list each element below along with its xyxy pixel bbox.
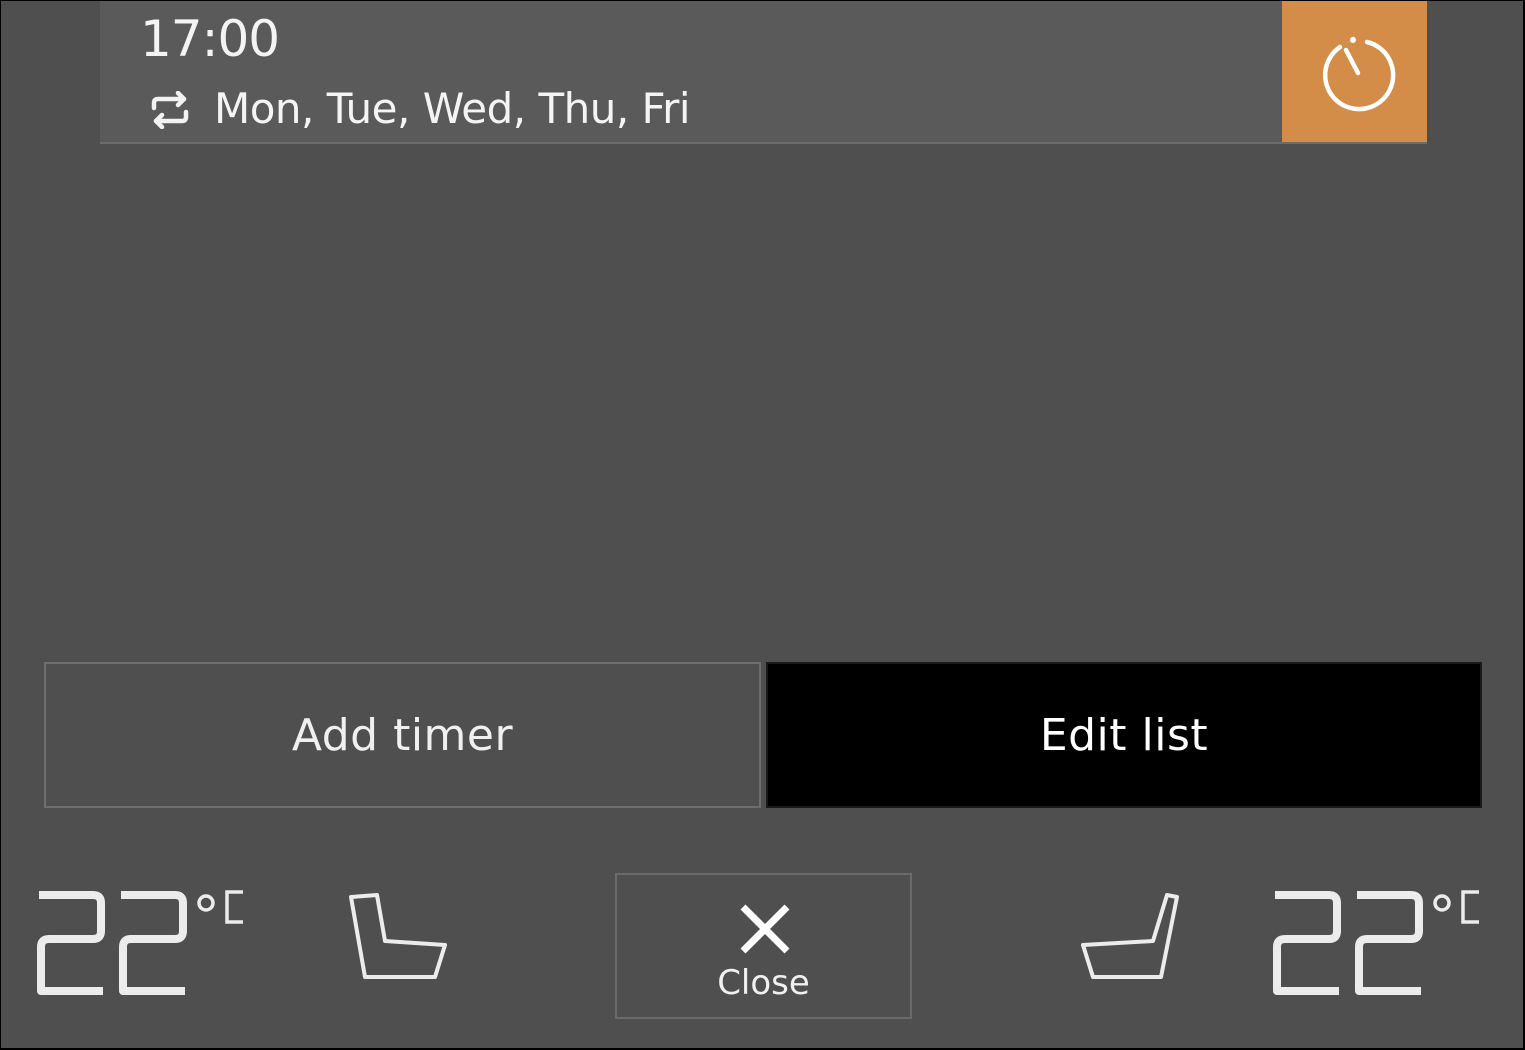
climate-timer-screen: 17:00 Mon, Tue, Wed, Thu, Fri Add timer … [1, 1, 1523, 1048]
add-timer-button[interactable]: Add timer [44, 662, 761, 808]
timer-time: 17:00 [140, 10, 280, 68]
repeat-icon [151, 91, 189, 129]
close-icon [740, 904, 790, 954]
seat-heating-passenger-icon[interactable] [1075, 891, 1185, 991]
timer-days: Mon, Tue, Wed, Thu, Fri [214, 84, 691, 133]
right-temperature-control[interactable]: 22 °C [1267, 881, 1497, 1001]
left-temperature-control[interactable]: 22 °C [31, 881, 261, 1001]
timer-toggle-button[interactable] [1282, 1, 1427, 142]
timer-icon [1322, 36, 1395, 111]
seat-heating-driver-icon[interactable] [343, 891, 453, 991]
edit-list-button[interactable]: Edit list [766, 662, 1482, 808]
close-label: Close [717, 963, 810, 1003]
left-temperature-display [37, 890, 243, 995]
close-button[interactable]: Close [615, 873, 912, 1019]
right-temperature-display [1273, 890, 1479, 995]
timer-list-item[interactable]: 17:00 Mon, Tue, Wed, Thu, Fri [100, 1, 1427, 144]
